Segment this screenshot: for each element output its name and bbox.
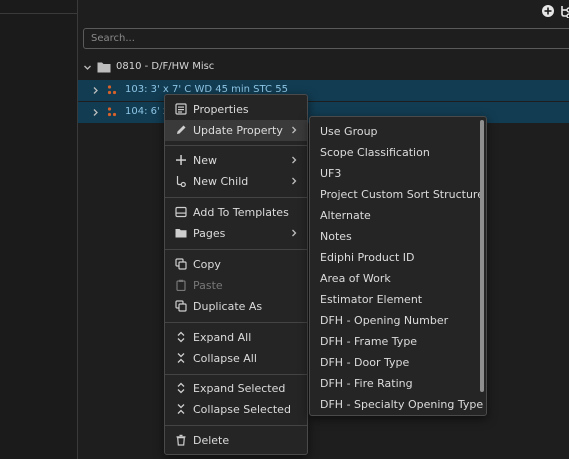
submenu-item[interactable]: Scope Classification — [310, 142, 486, 163]
submenu-item-label: DFH - Frame Type — [320, 335, 418, 348]
submenu-item[interactable]: Alternate — [310, 205, 486, 226]
menu-item-label: Pages — [193, 227, 226, 240]
submenu-item-label: DFH - Fire Rating — [320, 377, 413, 390]
submenu-item-label: Area of Work — [320, 272, 391, 285]
menu-item-label: Copy — [193, 258, 221, 271]
menu-divider — [165, 425, 307, 426]
submenu-item[interactable]: DFH - Door Type — [310, 352, 486, 373]
chevron-right-icon[interactable] — [91, 108, 100, 117]
submenu-item[interactable]: DFH - Fire Rating — [310, 373, 486, 394]
submenu-item-label: Ediphi Product ID — [320, 251, 415, 264]
menu-item-label: New Child — [193, 175, 249, 188]
menu-item-collapse-all[interactable]: Collapse All — [165, 348, 307, 369]
submenu-item[interactable]: UF3 — [310, 163, 486, 184]
menu-item-label: New — [193, 154, 217, 167]
menu-item-expand-selected[interactable]: Expand Selected — [165, 378, 307, 399]
menu-item-copy[interactable]: Copy — [165, 254, 307, 275]
submenu-item-label: DFH - Opening Number — [320, 314, 449, 327]
expand-icon — [177, 382, 185, 394]
expand-icon — [177, 331, 185, 343]
menu-item-expand-all[interactable]: Expand All — [165, 327, 307, 348]
menu-item-label: Properties — [193, 103, 249, 116]
submenu-item[interactable]: DFH - Frame Type — [310, 331, 486, 352]
item-type-icon — [107, 85, 117, 95]
submenu-item-label: Scope Classification — [320, 146, 430, 159]
duplicate-icon — [175, 300, 187, 312]
menu-item-properties[interactable]: Properties — [165, 99, 307, 120]
menu-item-label: Update Property — [193, 124, 283, 137]
submenu-scrollbar[interactable] — [480, 120, 484, 392]
submenu-item[interactable]: Use Group — [310, 121, 486, 142]
template-icon — [175, 206, 187, 218]
submenu-item-label: UF3 — [320, 167, 342, 180]
hierarchy-icon[interactable] — [559, 4, 569, 18]
submenu-item[interactable]: Estimator Element — [310, 289, 486, 310]
submenu-item[interactable]: Notes — [310, 226, 486, 247]
search-box[interactable] — [83, 28, 569, 49]
menu-item-add-to-templates[interactable]: Add To Templates — [165, 202, 307, 223]
plus-icon — [176, 155, 186, 165]
chevron-right-icon — [292, 156, 297, 164]
chevron-right-icon[interactable] — [91, 86, 100, 95]
chevron-right-icon — [292, 229, 297, 237]
menu-item-label: Duplicate As — [193, 300, 263, 313]
menu-item-label: Delete — [193, 434, 230, 447]
new-child-icon — [176, 176, 186, 187]
submenu-item[interactable]: DFH - Opening Number — [310, 310, 486, 331]
submenu-item-label: Alternate — [320, 209, 371, 222]
submenu-item-label: Project Custom Sort Structure — [320, 188, 484, 201]
menu-item-paste[interactable]: Paste — [165, 275, 307, 296]
menu-item-duplicate-as[interactable]: Duplicate As — [165, 296, 307, 317]
menu-divider — [165, 322, 307, 323]
tree-item-label: 104: 6' x — [125, 106, 169, 117]
chevron-right-icon — [292, 126, 297, 134]
properties-icon — [175, 103, 187, 115]
submenu-item-label: DFH - Specialty Opening Type — [320, 398, 484, 411]
copy-icon — [175, 258, 187, 270]
submenu-item-label: Notes — [320, 230, 352, 243]
submenu-item-label: Use Group — [320, 125, 378, 138]
submenu-item[interactable]: Area of Work — [310, 268, 486, 289]
submenu-item[interactable]: DFH - Specialty Opening Type — [310, 394, 486, 415]
collapse-icon — [177, 353, 185, 363]
menu-item-collapse-selected[interactable]: Collapse Selected — [165, 399, 307, 420]
item-type-icon — [107, 107, 117, 117]
clipboard-icon — [176, 279, 186, 291]
search-input[interactable] — [84, 29, 569, 48]
collapse-icon — [177, 404, 185, 414]
folder-icon — [175, 229, 187, 238]
menu-item-update-property[interactable]: Update Property — [165, 120, 307, 141]
submenu-item-label: DFH - Door Type — [320, 356, 410, 369]
menu-item-label: Paste — [193, 279, 223, 292]
menu-divider — [165, 374, 307, 375]
menu-item-new-child[interactable]: New Child — [165, 171, 307, 192]
menu-item-pages[interactable]: Pages — [165, 223, 307, 244]
left-panel-divider — [0, 13, 77, 14]
menu-item-label: Collapse Selected — [193, 403, 291, 416]
chevron-down-icon[interactable] — [83, 63, 92, 72]
menu-divider — [165, 197, 307, 198]
left-panel — [0, 0, 78, 459]
menu-item-label: Collapse All — [193, 352, 257, 365]
menu-divider — [165, 145, 307, 146]
submenu-item[interactable]: Ediphi Product ID — [310, 247, 486, 268]
menu-item-delete[interactable]: Delete — [165, 430, 307, 451]
pencil-icon — [177, 125, 186, 134]
tree-group-label: 0810 - D/F/HW Misc — [116, 61, 215, 72]
menu-item-label: Add To Templates — [193, 206, 289, 219]
submenu-item-label: Estimator Element — [320, 293, 423, 306]
context-menu: Properties Update Property New New Child… — [164, 94, 308, 455]
menu-divider — [165, 249, 307, 250]
chevron-right-icon — [292, 177, 297, 185]
menu-item-label: Expand Selected — [193, 382, 286, 395]
trash-icon — [176, 434, 186, 446]
update-property-submenu: Use Group Scope Classification UF3 Project … — [309, 116, 487, 416]
add-circle-icon[interactable] — [541, 4, 555, 18]
tree-group-row[interactable]: 0810 - D/F/HW Misc — [78, 57, 569, 78]
menu-item-label: Expand All — [193, 331, 252, 344]
menu-item-new[interactable]: New — [165, 150, 307, 171]
tree-item-row[interactable]: 103: 3' x 7' C WD 45 min STC 55 — [78, 80, 569, 101]
submenu-item[interactable]: Project Custom Sort Structure — [310, 184, 486, 205]
folder-icon — [97, 62, 111, 73]
